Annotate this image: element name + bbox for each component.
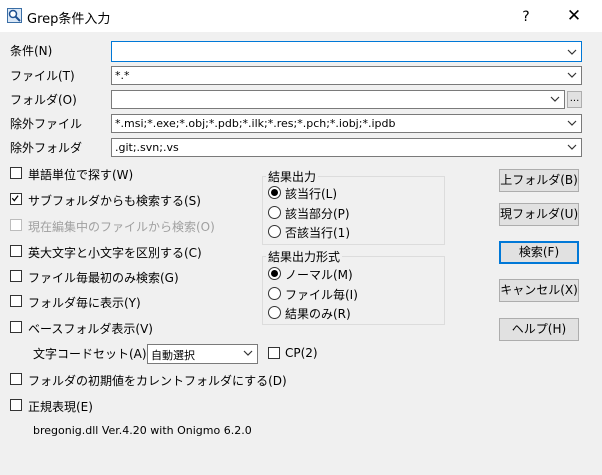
encoding-value: 自動選択: [151, 349, 195, 362]
exclude-file-label: 除外ファイル: [10, 117, 83, 131]
chevron-down-icon: [550, 96, 560, 102]
chevron-down-icon: [567, 49, 577, 55]
file-combo[interactable]: *.*: [111, 66, 582, 85]
init-current-checkbox[interactable]: [10, 373, 22, 385]
per-file-label: ファイル毎(I): [285, 288, 358, 302]
regex-label: 正規表現(E): [28, 400, 93, 414]
current-file-label: 現在編集中のファイルから検索(O): [28, 220, 215, 234]
cp-label: CP(2): [285, 346, 318, 360]
first-only-checkbox[interactable]: [10, 270, 22, 282]
chevron-down-icon: [243, 350, 253, 356]
exclude-folder-combo[interactable]: .git;.svn;.vs: [111, 138, 582, 157]
exclude-file-value: *.msi;*.exe;*.obj;*.pdb;*.ilk;*.res;*.pc…: [115, 117, 396, 130]
word-unit-label: 単語単位で探す(W): [28, 168, 134, 182]
subfolder-checkbox[interactable]: [10, 193, 22, 205]
normal-radio[interactable]: [268, 267, 281, 280]
window-title: Grep条件入力: [27, 12, 111, 27]
search-app-icon: [7, 8, 22, 23]
case-sensitive-label: 英大文字と小文字を区別する(C): [28, 246, 202, 260]
result-only-label: 結果のみ(R): [285, 307, 351, 321]
regex-checkbox[interactable]: [10, 399, 22, 411]
nonmatch-line-radio[interactable]: [268, 225, 281, 238]
base-folder-label: ベースフォルダ表示(V): [28, 322, 153, 336]
condition-combo[interactable]: [111, 41, 582, 62]
help-button[interactable]: ヘルプ(H): [499, 318, 579, 341]
cancel-button[interactable]: キャンセル(X): [499, 279, 579, 302]
folder-combo[interactable]: [111, 90, 565, 109]
title-bar: Grep条件入力 ? ✕: [0, 0, 602, 32]
radio-dot: [271, 189, 278, 196]
nonmatch-line-label: 否該当行(1): [285, 226, 350, 240]
parent-folder-button[interactable]: 上フォルダ(B): [499, 169, 579, 192]
base-folder-checkbox[interactable]: [10, 321, 22, 333]
subfolder-label: サブフォルダからも検索する(S): [28, 194, 201, 208]
current-folder-button[interactable]: 現フォルダ(U): [499, 203, 579, 226]
exclude-file-combo[interactable]: *.msi;*.exe;*.obj;*.pdb;*.ilk;*.res;*.pc…: [111, 114, 582, 133]
encoding-label: 文字コードセット(A): [33, 347, 147, 361]
match-part-label: 該当部分(P): [285, 207, 350, 221]
checkmark-icon: [11, 195, 19, 202]
cp-checkbox[interactable]: [268, 347, 280, 359]
chevron-down-icon: [567, 120, 577, 126]
exclude-folder-label: 除外フォルダ: [10, 141, 83, 155]
chevron-down-icon: [567, 144, 577, 150]
case-sensitive-checkbox[interactable]: [10, 245, 22, 257]
folder-browse-button[interactable]: ...: [567, 91, 582, 108]
per-file-radio[interactable]: [268, 287, 281, 300]
current-file-checkbox: [10, 219, 22, 231]
first-only-label: ファイル毎最初のみ検索(G): [28, 271, 179, 285]
init-current-label: フォルダの初期値をカレントフォルダにする(D): [28, 374, 287, 388]
folder-label: フォルダ(O): [10, 93, 77, 107]
match-line-label: 該当行(L): [285, 187, 338, 201]
radio-dot: [271, 270, 278, 277]
file-value: *.*: [115, 69, 130, 82]
condition-label: 条件(N): [10, 44, 53, 58]
result-output-title: 結果出力: [266, 168, 319, 185]
exclude-folder-value: .git;.svn;.vs: [115, 141, 179, 154]
normal-label: ノーマル(M): [285, 268, 353, 282]
version-text: bregonig.dll Ver.4.20 with Onigmo 6.2.0: [33, 424, 252, 437]
match-line-radio[interactable]: [268, 186, 281, 199]
word-unit-checkbox[interactable]: [10, 167, 22, 179]
help-title-button[interactable]: ?: [512, 6, 540, 28]
result-only-radio[interactable]: [268, 306, 281, 319]
chevron-down-icon: [567, 72, 577, 78]
folder-display-checkbox[interactable]: [10, 295, 22, 307]
close-button[interactable]: ✕: [556, 4, 592, 28]
encoding-select[interactable]: 自動選択: [147, 344, 258, 364]
search-button[interactable]: 検索(F): [499, 241, 579, 264]
result-format-title: 結果出力形式: [266, 248, 343, 265]
file-label: ファイル(T): [10, 69, 75, 83]
match-part-radio[interactable]: [268, 206, 281, 219]
folder-display-label: フォルダ毎に表示(Y): [28, 296, 141, 310]
